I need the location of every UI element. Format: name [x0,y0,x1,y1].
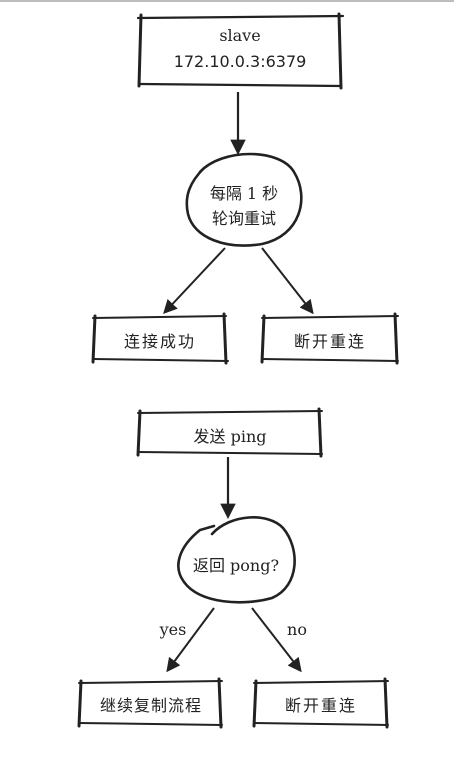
disconnect-reconnect-label-1: 断开重连 [293,332,366,351]
send-ping-label: 发送 ping [193,427,267,446]
slave-title: slave [219,26,261,45]
edge-yes-label: yes [159,620,187,639]
poll-line1: 每隔 1 秒 [209,184,279,203]
continue-replication-label: 继续复制流程 [99,696,202,715]
poll-line2: 轮询重试 [211,209,276,228]
slave-address: 172.10.0.3:6379 [173,52,307,71]
arrow-poll-to-disconnect [261,247,314,315]
flowchart-canvas [77,12,399,729]
pong-check-label: 返回 pong? [192,556,280,575]
connect-ok-label: 连接成功 [123,332,196,351]
disconnect-reconnect-label-2: 断开重连 [284,696,357,715]
arrow-poll-to-connect [163,247,226,315]
arrow-pong-no [251,607,302,673]
arrow-pong-yes [166,607,215,673]
edge-no-label: no [287,620,307,639]
